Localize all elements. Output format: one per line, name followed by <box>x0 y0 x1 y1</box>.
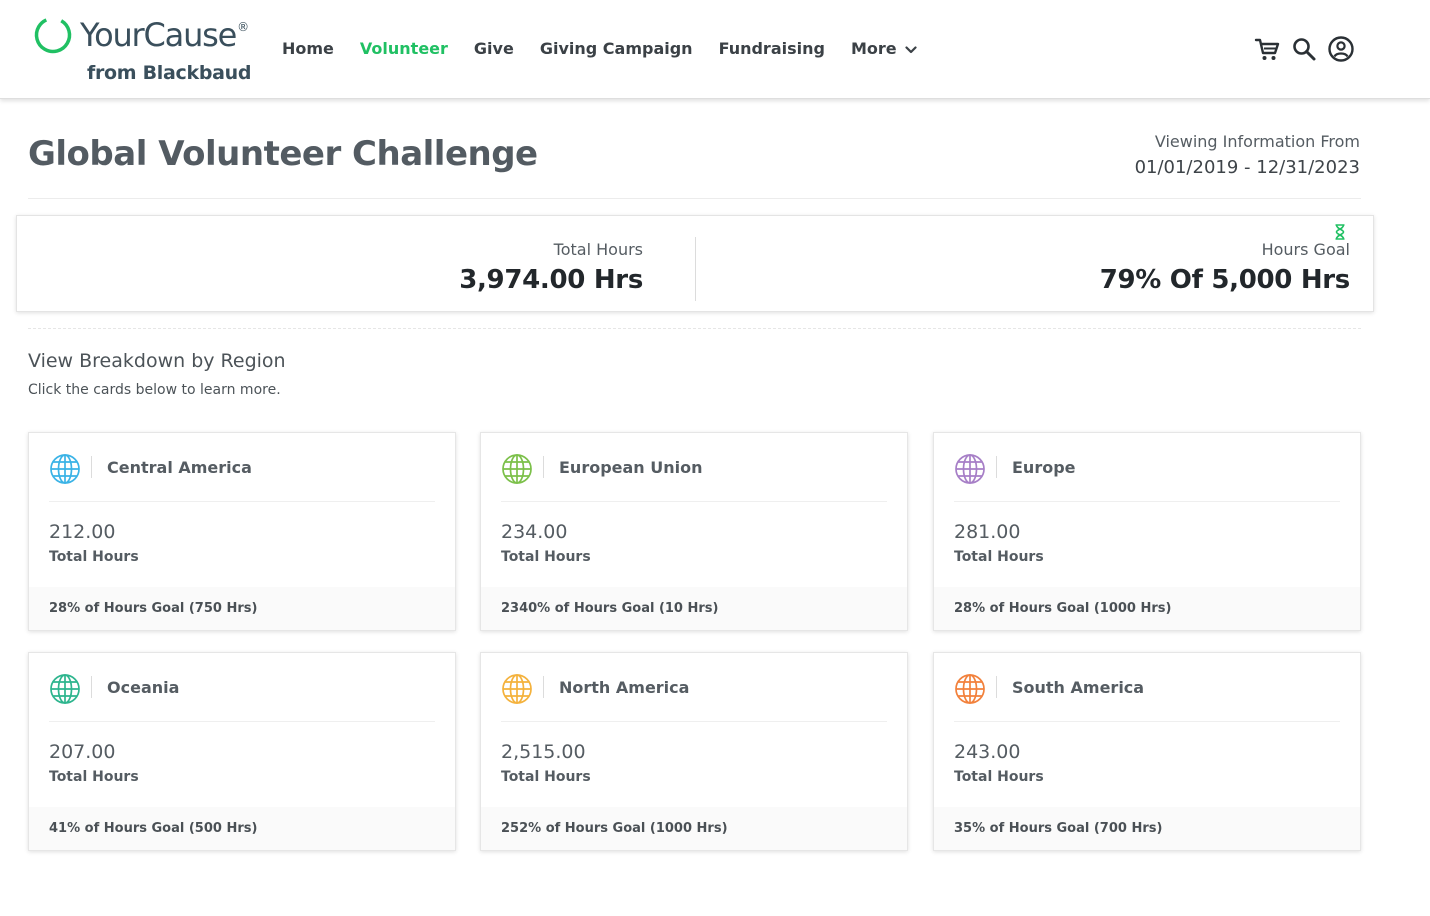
cart-icon[interactable] <box>1252 34 1282 64</box>
globe-icon <box>49 453 81 485</box>
region-name: Oceania <box>107 678 180 697</box>
card-divider <box>49 501 435 502</box>
title-divider <box>28 198 1361 199</box>
top-navigation-bar: YourCause® from Blackbaud Home Volunteer… <box>0 0 1430 99</box>
region-goal-footer: 41% of Hours Goal (500 Hrs) <box>29 807 455 850</box>
region-hours-label: Total Hours <box>501 549 591 565</box>
search-icon[interactable] <box>1289 34 1319 64</box>
region-card-north-america[interactable]: North America 2,515.00 Total Hours 252% of … <box>480 652 908 851</box>
main-nav: Home Volunteer Give Giving Campaign Fund… <box>282 37 943 59</box>
region-card-south-america[interactable]: South America 243.00 Total Hours 35% of Hou… <box>933 652 1361 851</box>
region-hours-label: Total Hours <box>49 549 139 565</box>
card-separator <box>996 676 997 698</box>
globe-icon <box>501 453 533 485</box>
card-divider <box>954 501 1340 502</box>
hours-goal-summary: Hours Goal 79% Of 5,000 Hrs <box>1099 240 1351 295</box>
logo-ring-icon <box>34 16 72 54</box>
breakdown-title: View Breakdown by Region <box>28 350 286 372</box>
globe-icon <box>954 673 986 705</box>
card-divider <box>954 721 1340 722</box>
card-separator <box>91 456 92 478</box>
region-goal-footer: 2340% of Hours Goal (10 Hrs) <box>481 587 907 630</box>
summary-panel: Total Hours 3,974.00 Hrs Hours Goal 79% … <box>16 215 1374 312</box>
date-range-info: Viewing Information From 01/01/2019 - 12… <box>1135 132 1360 178</box>
date-range-value: 01/01/2019 - 12/31/2023 <box>1134 157 1360 178</box>
nav-more[interactable]: More <box>851 39 917 58</box>
total-hours-value: 3,974.00 Hrs <box>459 265 643 295</box>
region-hours-value: 207.00 <box>49 741 116 763</box>
globe-icon <box>954 453 986 485</box>
region-name: Europe <box>1012 458 1076 477</box>
globe-icon <box>501 673 533 705</box>
page-title: Global Volunteer Challenge <box>28 134 538 174</box>
region-hours-value: 2,515.00 <box>501 741 586 763</box>
yourcause-logo[interactable]: YourCause® from Blackbaud <box>30 12 260 88</box>
nav-volunteer[interactable]: Volunteer <box>360 39 448 58</box>
logo-subtitle: from Blackbaud <box>87 62 252 84</box>
header-actions <box>1252 34 1363 64</box>
region-name: Central America <box>107 458 252 477</box>
globe-icon <box>49 673 81 705</box>
region-name: European Union <box>559 458 703 477</box>
region-goal-footer: 252% of Hours Goal (1000 Hrs) <box>481 807 907 850</box>
card-divider <box>49 721 435 722</box>
nav-giving-campaign[interactable]: Giving Campaign <box>540 39 693 58</box>
region-goal-footer: 28% of Hours Goal (750 Hrs) <box>29 587 455 630</box>
hours-goal-label: Hours Goal <box>1261 240 1350 259</box>
logo-text: YourCause <box>80 16 237 54</box>
region-name: South America <box>1012 678 1145 697</box>
date-range-label: Viewing Information From <box>1154 132 1360 151</box>
section-divider <box>28 328 1361 329</box>
region-hours-label: Total Hours <box>501 769 591 785</box>
region-card-europe[interactable]: Europe 281.00 Total Hours 28% of Hours Goal… <box>933 432 1361 631</box>
card-separator <box>91 676 92 698</box>
region-hours-label: Total Hours <box>954 549 1044 565</box>
account-icon[interactable] <box>1326 34 1356 64</box>
region-hours-label: Total Hours <box>49 769 139 785</box>
region-hours-value: 243.00 <box>954 741 1021 763</box>
nav-fundraising[interactable]: Fundraising <box>719 39 825 58</box>
card-separator <box>996 456 997 478</box>
total-hours-label: Total Hours <box>553 240 643 259</box>
region-hours-label: Total Hours <box>954 769 1044 785</box>
card-separator <box>543 456 544 478</box>
card-divider <box>501 501 887 502</box>
summary-divider <box>695 237 696 301</box>
region-name: North America <box>559 678 690 697</box>
region-hours-value: 281.00 <box>954 521 1021 543</box>
nav-give[interactable]: Give <box>474 39 514 58</box>
nav-home[interactable]: Home <box>282 39 334 58</box>
breakdown-subtitle: Click the cards below to learn more. <box>28 382 281 398</box>
logo-wordmark: YourCause® <box>80 16 249 54</box>
region-hours-value: 234.00 <box>501 521 568 543</box>
region-hours-value: 212.00 <box>49 521 116 543</box>
nav-more-label: More <box>850 38 897 58</box>
card-separator <box>543 676 544 698</box>
logo-registered-mark: ® <box>237 20 249 34</box>
total-hours-summary: Total Hours 3,974.00 Hrs <box>459 240 643 295</box>
region-card-central-america[interactable]: Central America 212.00 Total Hours 28% of H… <box>28 432 456 631</box>
hours-goal-value: 79% Of 5,000 Hrs <box>1099 265 1351 295</box>
region-goal-footer: 35% of Hours Goal (700 Hrs) <box>934 807 1360 850</box>
card-divider <box>501 721 887 722</box>
region-goal-footer: 28% of Hours Goal (1000 Hrs) <box>934 587 1360 630</box>
region-card-european-union[interactable]: European Union 234.00 Total Hours 2340% of … <box>480 432 908 631</box>
chevron-down-icon <box>905 39 917 58</box>
region-card-oceania[interactable]: Oceania 207.00 Total Hours 41% of Hours Goa… <box>28 652 456 851</box>
